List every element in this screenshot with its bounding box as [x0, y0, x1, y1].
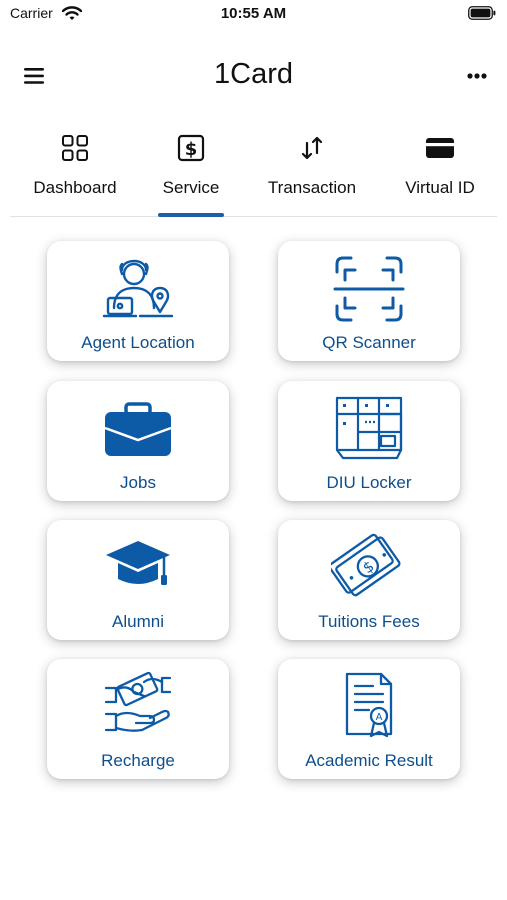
service-card-recharge[interactable]: Recharge	[47, 659, 229, 779]
recharge-hands-icon	[47, 667, 229, 747]
card-icon	[425, 134, 455, 167]
tab-virtual-id[interactable]: Virtual ID	[394, 128, 486, 216]
tab-service-label: Service	[162, 178, 220, 197]
transfer-arrows-icon	[298, 134, 326, 167]
svg-text:A: A	[376, 712, 383, 723]
page-title: 1Card	[214, 58, 293, 90]
tab-dashboard[interactable]: Dashboard	[20, 128, 130, 216]
dollar-icon: $	[177, 134, 205, 167]
briefcase-icon	[47, 389, 229, 469]
status-time: 10:55 AM	[220, 5, 287, 22]
agent-location-icon	[47, 249, 229, 329]
tab-transaction[interactable]: Transaction	[260, 128, 364, 216]
service-label: Alumni	[112, 612, 164, 631]
tab-service[interactable]: $ Service	[158, 128, 224, 217]
battery-icon	[468, 6, 496, 25]
service-label: Agent Location	[81, 333, 195, 352]
more-options-button[interactable]	[461, 62, 493, 90]
service-card-agent-location[interactable]: Agent Location	[47, 241, 229, 361]
money-icon: $	[278, 528, 460, 608]
status-bar: Carrier 10:55 AM	[0, 0, 507, 30]
service-label: Tuitions Fees	[318, 612, 420, 631]
svg-text:$: $	[185, 139, 198, 160]
service-label: Academic Result	[305, 751, 433, 770]
more-dots-icon	[467, 73, 487, 79]
service-label: DIU Locker	[326, 473, 412, 492]
nav-bar: 1Card	[0, 48, 507, 102]
tab-transaction-label: Transaction	[267, 178, 357, 197]
qr-scan-icon	[278, 249, 460, 329]
service-card-tuitions-fees[interactable]: $ Tuitions Fees	[278, 520, 460, 640]
grid-icon	[61, 134, 89, 167]
service-card-academic-result[interactable]: A Academic Result	[278, 659, 460, 779]
service-label: Recharge	[101, 751, 175, 770]
tab-dashboard-label: Dashboard	[33, 178, 117, 197]
service-card-qr-scanner[interactable]: QR Scanner	[278, 241, 460, 361]
service-card-alumni[interactable]: Alumni	[47, 520, 229, 640]
service-label: QR Scanner	[322, 333, 416, 352]
tab-bar: Dashboard $ Service Transaction Virtual	[10, 128, 497, 217]
tab-virtual-id-label: Virtual ID	[405, 178, 475, 197]
graduation-cap-icon	[47, 528, 229, 608]
locker-icon	[278, 389, 460, 469]
certificate-icon: A	[278, 667, 460, 747]
service-card-diu-locker[interactable]: DIU Locker	[278, 381, 460, 501]
active-tab-indicator	[158, 213, 224, 217]
service-card-jobs[interactable]: Jobs	[47, 381, 229, 501]
service-label: Jobs	[120, 473, 156, 492]
